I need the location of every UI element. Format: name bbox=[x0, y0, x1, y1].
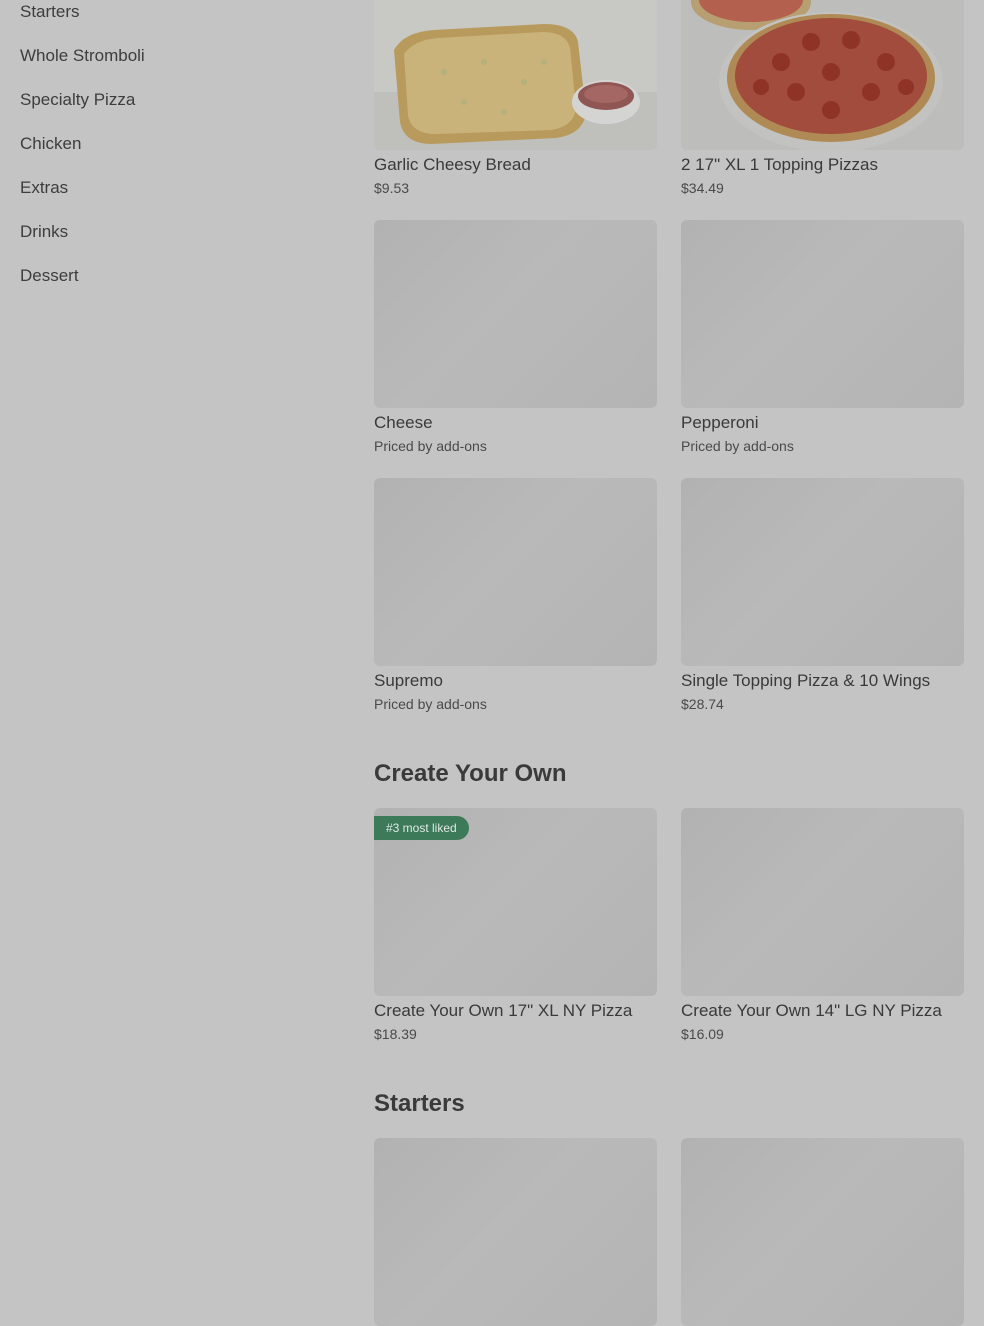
item-title: Garlic Cheesy Bread bbox=[374, 155, 531, 174]
menu-item-card[interactable]: Pepperoni Priced by add-ons bbox=[681, 220, 964, 454]
item-title: Cheese bbox=[374, 413, 433, 432]
item-title: Pepperoni bbox=[681, 413, 759, 432]
menu-item-card[interactable]: Cheese Priced by add-ons bbox=[374, 220, 657, 454]
item-image bbox=[374, 0, 657, 150]
category-starters[interactable]: Starters bbox=[20, 2, 80, 22]
item-title: Supremo bbox=[374, 671, 443, 690]
item-image-placeholder: #3 most liked bbox=[374, 808, 657, 996]
garlic-bread-photo bbox=[374, 0, 657, 150]
item-title: Create Your Own 14" LG NY Pizza bbox=[681, 1001, 942, 1020]
item-title: Single Topping Pizza & 10 Wings bbox=[681, 671, 931, 690]
category-dessert[interactable]: Dessert bbox=[20, 266, 79, 286]
item-image-placeholder bbox=[681, 1138, 964, 1326]
item-price: $28.74 bbox=[681, 696, 724, 712]
menu-item-card[interactable]: #3 most liked Create Your Own 17" XL NY … bbox=[374, 808, 657, 1042]
item-title: 2 17" XL 1 Topping Pizzas bbox=[681, 155, 878, 174]
item-image-placeholder bbox=[681, 808, 964, 996]
item-image-placeholder bbox=[374, 478, 657, 666]
menu-item-card[interactable]: 2 17" XL 1 Topping Pizzas $34.49 bbox=[681, 0, 964, 196]
item-price: $9.53 bbox=[374, 180, 410, 196]
menu-item-card[interactable] bbox=[374, 1138, 657, 1326]
category-specialty-pizza[interactable]: Specialty Pizza bbox=[20, 90, 135, 110]
item-image-placeholder bbox=[374, 220, 657, 408]
menu-item-card[interactable]: Single Topping Pizza & 10 Wings $28.74 bbox=[681, 478, 964, 712]
section-heading-starters: Starters bbox=[374, 1090, 465, 1117]
item-price: $16.09 bbox=[681, 1026, 724, 1042]
item-price: Priced by add-ons bbox=[681, 438, 794, 454]
category-chicken[interactable]: Chicken bbox=[20, 134, 81, 154]
menu-item-card[interactable] bbox=[681, 1138, 964, 1326]
category-whole-stromboli[interactable]: Whole Stromboli bbox=[20, 46, 145, 66]
section-heading-create-your-own: Create Your Own bbox=[374, 760, 567, 787]
category-drinks[interactable]: Drinks bbox=[20, 222, 68, 242]
menu-item-card[interactable]: Supremo Priced by add-ons bbox=[374, 478, 657, 712]
menu-item-card[interactable]: Create Your Own 14" LG NY Pizza $16.09 bbox=[681, 808, 964, 1042]
item-image-placeholder bbox=[681, 220, 964, 408]
item-image-placeholder bbox=[681, 478, 964, 666]
item-title: Create Your Own 17" XL NY Pizza bbox=[374, 1001, 633, 1020]
menu-item-card[interactable]: Garlic Cheesy Bread $9.53 bbox=[374, 0, 657, 196]
category-extras[interactable]: Extras bbox=[20, 178, 68, 198]
item-price: Priced by add-ons bbox=[374, 696, 487, 712]
item-price: $18.39 bbox=[374, 1026, 417, 1042]
item-price: Priced by add-ons bbox=[374, 438, 487, 454]
item-image-placeholder bbox=[374, 1138, 657, 1326]
pizza-photo bbox=[681, 0, 964, 150]
item-price: $34.49 bbox=[681, 180, 724, 196]
item-image bbox=[681, 0, 964, 150]
most-liked-badge: #3 most liked bbox=[374, 816, 469, 840]
